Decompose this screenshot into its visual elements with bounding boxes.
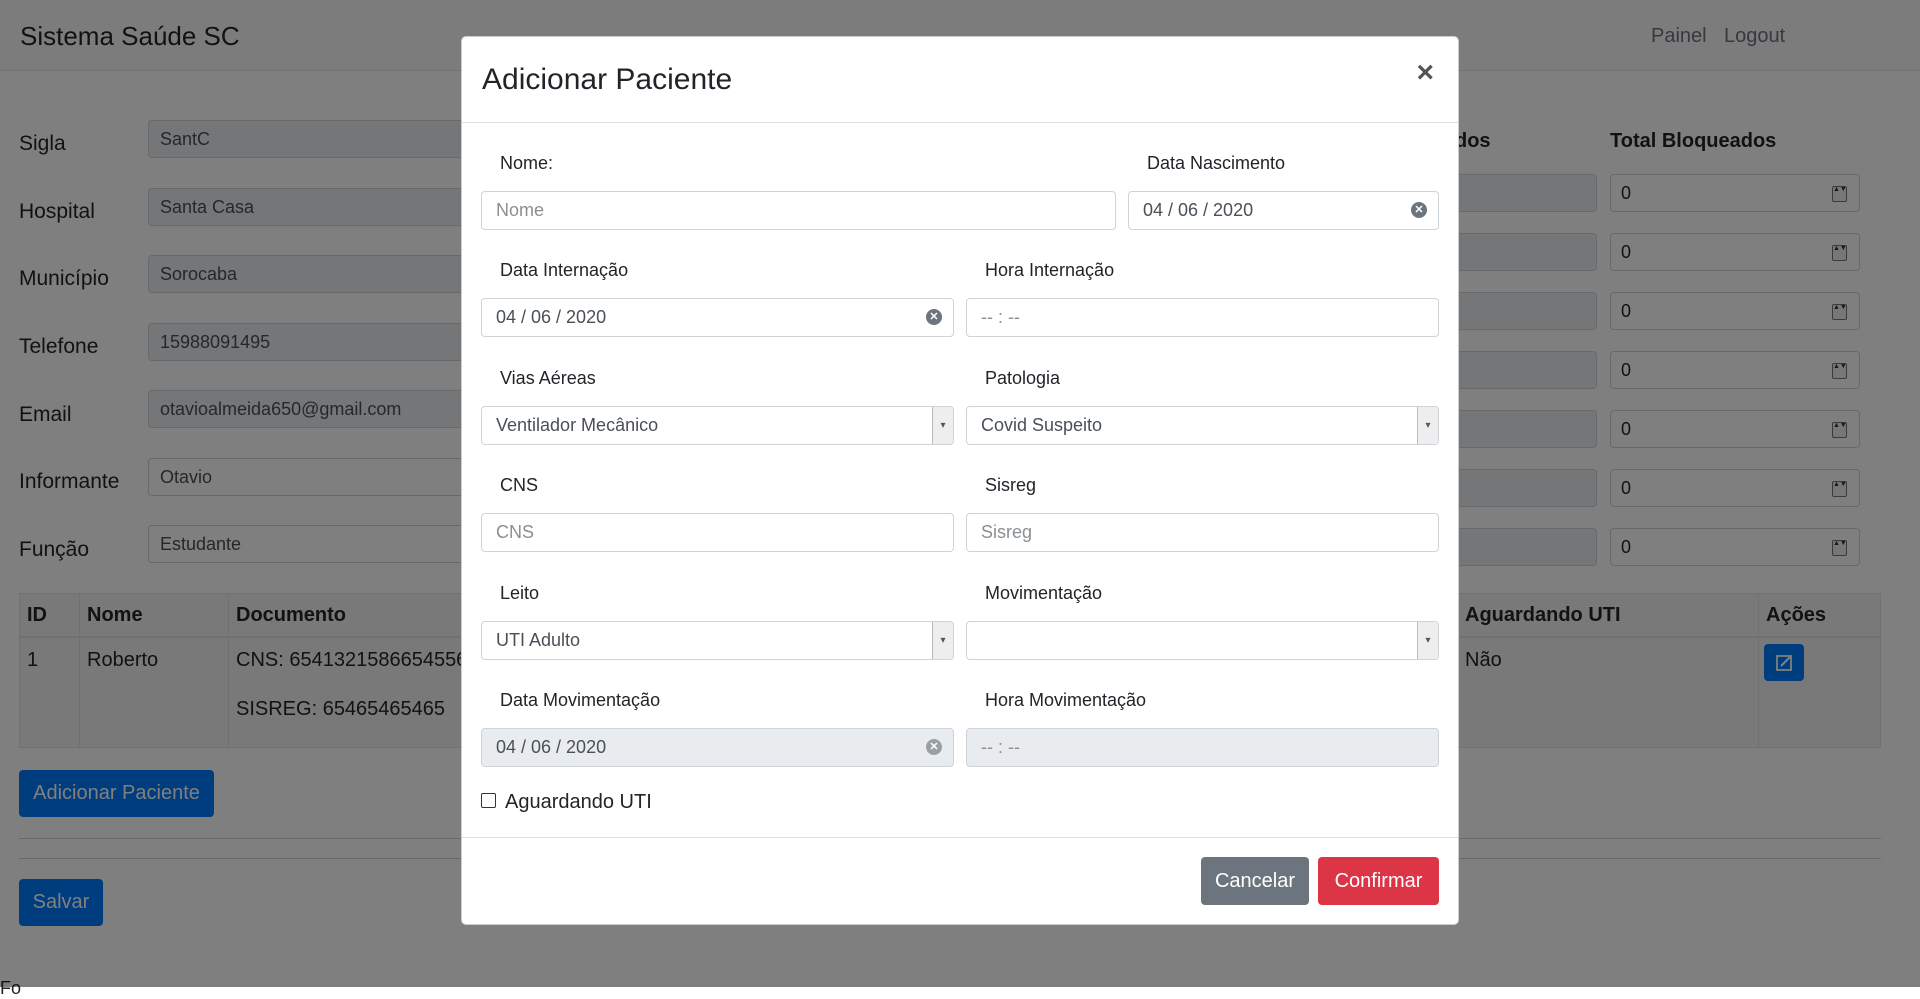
clear-icon[interactable]: ✕ xyxy=(1411,202,1427,218)
patologia-select[interactable]: Covid Suspeito ▾ xyxy=(966,406,1439,445)
data-internacao-label: Data Internação xyxy=(500,260,629,280)
hora-movimentacao-input[interactable]: -- : -- xyxy=(966,728,1439,767)
data-internacao-value: 04 / 06 / 2020 xyxy=(496,307,607,327)
cancel-button[interactable]: Cancelar xyxy=(1201,857,1309,905)
chevron-down-icon[interactable]: ▾ xyxy=(1417,622,1438,659)
leito-select[interactable]: UTI Adulto ▾ xyxy=(481,621,954,660)
modal-header: Adicionar Paciente × xyxy=(462,37,1458,123)
chevron-down-icon[interactable]: ▾ xyxy=(932,622,953,659)
patologia-value: Covid Suspeito xyxy=(981,415,1103,435)
sisreg-input[interactable] xyxy=(966,513,1439,552)
data-movimentacao-input[interactable]: 04 / 06 / 2020 ✕ xyxy=(481,728,954,767)
clear-icon[interactable]: ✕ xyxy=(926,309,942,325)
sisreg-label: Sisreg xyxy=(985,475,1037,495)
hora-movimentacao-label: Hora Movimentação xyxy=(985,690,1147,710)
hora-internacao-label: Hora Internação xyxy=(985,260,1115,280)
hora-internacao-input[interactable]: -- : -- xyxy=(966,298,1439,337)
nome-label: Nome: xyxy=(500,153,554,173)
data-nascimento-input[interactable]: 04 / 06 / 2020 ✕ xyxy=(1128,191,1439,230)
data-internacao-input[interactable]: 04 / 06 / 2020 ✕ xyxy=(481,298,954,337)
hora-internacao-value: -- : -- xyxy=(981,307,1020,327)
data-movimentacao-label: Data Movimentação xyxy=(500,690,661,710)
vias-aereas-value: Ventilador Mecânico xyxy=(496,415,659,435)
aguardando-uti-label[interactable]: Aguardando UTI xyxy=(505,791,652,814)
chevron-down-icon[interactable]: ▾ xyxy=(1417,407,1438,444)
hora-movimentacao-value: -- : -- xyxy=(981,737,1020,757)
patologia-label: Patologia xyxy=(985,368,1061,388)
cns-label: CNS xyxy=(500,475,539,495)
vias-aereas-label: Vias Aéreas xyxy=(500,368,596,388)
aguardando-uti-checkbox[interactable] xyxy=(481,793,496,808)
data-movimentacao-value: 04 / 06 / 2020 xyxy=(496,737,607,757)
movimentacao-label: Movimentação xyxy=(985,583,1103,603)
modal-title: Adicionar Paciente xyxy=(482,63,733,96)
cns-input[interactable] xyxy=(481,513,954,552)
leito-value: UTI Adulto xyxy=(496,630,581,650)
nome-input[interactable] xyxy=(481,191,1116,230)
clear-icon[interactable]: ✕ xyxy=(926,739,942,755)
data-nascimento-label: Data Nascimento xyxy=(1147,153,1286,173)
confirm-button[interactable]: Confirmar xyxy=(1318,857,1439,905)
vias-aereas-select[interactable]: Ventilador Mecânico ▾ xyxy=(481,406,954,445)
modal-footer-divider xyxy=(462,837,1458,838)
close-icon[interactable]: × xyxy=(1410,57,1440,89)
chevron-down-icon[interactable]: ▾ xyxy=(932,407,953,444)
leito-label: Leito xyxy=(500,583,540,603)
data-nascimento-value: 04 / 06 / 2020 xyxy=(1143,200,1254,220)
movimentacao-select[interactable]: ▾ xyxy=(966,621,1439,660)
